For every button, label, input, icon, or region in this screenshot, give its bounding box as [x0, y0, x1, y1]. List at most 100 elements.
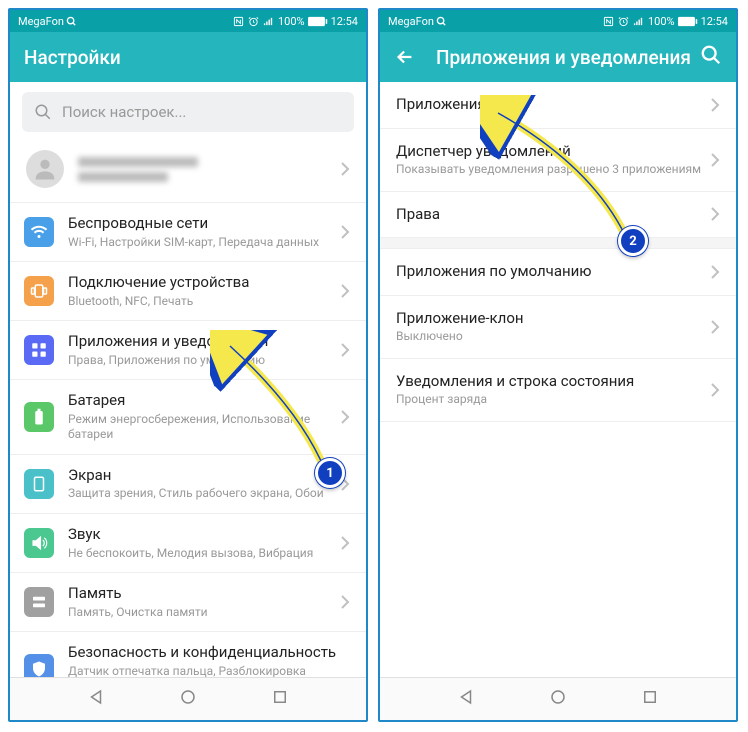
item-notification-manager[interactable]: Диспетчер уведомленийПоказывать уведомле…	[380, 129, 736, 192]
alarm-icon	[618, 16, 629, 27]
item-title: Батарея	[68, 391, 340, 411]
item-sub: Wi-Fi, Настройки SIM-карт, Передача данн…	[68, 235, 340, 251]
battery-pct: 100%	[278, 15, 305, 28]
search-icon	[34, 103, 52, 121]
battery-icon	[678, 16, 698, 27]
chevron-right-icon	[710, 206, 720, 222]
item-app-clone[interactable]: Приложение-клонВыключено	[380, 296, 736, 359]
home-button[interactable]	[549, 688, 567, 710]
header: Настройки	[10, 32, 366, 82]
settings-list: Беспроводные сетиWi-Fi, Настройки SIM-ка…	[10, 203, 366, 677]
item-permissions[interactable]: Права	[380, 192, 736, 239]
wifi-icon	[24, 217, 54, 247]
account-row[interactable]	[10, 142, 366, 203]
chevron-right-icon	[710, 97, 720, 113]
nfc-icon	[232, 16, 245, 27]
nfc-icon	[602, 16, 615, 27]
battery-pct: 100%	[648, 15, 675, 28]
item-title: Права	[396, 205, 710, 225]
carrier-label: MegaFon	[18, 15, 64, 28]
item-title: Уведомления и строка состояния	[396, 372, 710, 392]
item-sound[interactable]: ЗвукНе беспокоить, Мелодия вызова, Вибра…	[10, 514, 366, 573]
item-title: Приложение-клон	[396, 309, 710, 329]
home-button[interactable]	[179, 688, 197, 710]
back-button[interactable]	[87, 688, 105, 710]
chevron-right-icon	[710, 152, 720, 168]
chevron-right-icon	[340, 224, 350, 240]
item-notifications-status[interactable]: Уведомления и строка состоянияПроцент за…	[380, 359, 736, 422]
item-title: Приложения и уведомления	[68, 332, 340, 352]
phone-right: MegaFon 100% 12:54 Приложения и уведомле…	[378, 8, 738, 722]
item-title: Экран	[68, 466, 340, 486]
chevron-right-icon	[340, 594, 350, 610]
search-placeholder: Поиск настроек...	[62, 103, 186, 121]
avatar	[26, 150, 64, 188]
page-title: Приложения и уведомления	[436, 46, 700, 69]
header: Приложения и уведомления	[380, 32, 736, 82]
battery-icon	[308, 16, 328, 27]
search-icon	[436, 16, 447, 27]
item-sub: Память, Очистка памяти	[68, 605, 340, 621]
item-sub: Процент заряда	[396, 392, 710, 408]
item-default-apps[interactable]: Приложения по умолчанию	[380, 249, 736, 296]
back-button[interactable]	[457, 688, 475, 710]
search-icon	[700, 44, 722, 66]
annotation-marker-2: 2	[618, 226, 648, 256]
sound-icon	[24, 528, 54, 558]
item-title: Подключение устройства	[68, 273, 340, 293]
item-title: Беспроводные сети	[68, 214, 340, 234]
chevron-right-icon	[340, 342, 350, 358]
item-title: Безопасность и конфиденциальность	[68, 643, 350, 663]
signal-icon	[632, 16, 645, 27]
item-sub: Датчик отпечатка пальца, Разблокировка р…	[68, 664, 350, 677]
item-apps[interactable]: Приложения	[380, 82, 736, 129]
signal-icon	[262, 16, 275, 27]
chevron-right-icon	[340, 535, 350, 551]
recent-button[interactable]	[271, 688, 289, 710]
section-divider	[380, 237, 736, 249]
item-security[interactable]: Безопасность и конфиденциальностьДатчик …	[10, 632, 366, 677]
apps-list: Приложения Диспетчер уведомленийПоказыва…	[380, 82, 736, 677]
item-sub: Выключено	[396, 329, 710, 345]
search-input[interactable]: Поиск настроек...	[22, 92, 354, 132]
bluetooth-icon	[24, 276, 54, 306]
item-storage[interactable]: ПамятьПамять, Очистка памяти	[10, 573, 366, 632]
status-bar: MegaFon 100% 12:54	[10, 10, 366, 32]
battery-icon	[24, 402, 54, 432]
item-sub: Защита зрения, Стиль рабочего экрана, Об…	[68, 486, 340, 502]
item-battery[interactable]: БатареяРежим энергосбережения, Использов…	[10, 380, 366, 455]
apps-icon	[24, 335, 54, 365]
item-sub: Не беспокоить, Мелодия вызова, Вибрация	[68, 546, 340, 562]
item-device-connection[interactable]: Подключение устройстваBluetooth, NFC, Пе…	[10, 262, 366, 321]
item-title: Приложения	[396, 95, 710, 115]
account-info	[78, 154, 340, 185]
item-title: Память	[68, 584, 340, 604]
item-apps-notifications[interactable]: Приложения и уведомленияПрава, Приложени…	[10, 321, 366, 380]
item-sub: Режим энергосбережения, Использование ба…	[68, 412, 340, 443]
item-wireless[interactable]: Беспроводные сетиWi-Fi, Настройки SIM-ка…	[10, 203, 366, 262]
time-label: 12:54	[331, 15, 358, 28]
chevron-right-icon	[340, 283, 350, 299]
phone-left: MegaFon 100% 12:54 Настройки Поиск настр…	[8, 8, 368, 722]
display-icon	[24, 469, 54, 499]
chevron-right-icon	[710, 382, 720, 398]
storage-icon	[24, 587, 54, 617]
item-sub: Права, Приложения по умолчанию	[68, 353, 340, 369]
navigation-bar	[10, 677, 366, 720]
time-label: 12:54	[701, 15, 728, 28]
navigation-bar	[380, 677, 736, 720]
chevron-right-icon	[340, 161, 350, 177]
search-button[interactable]	[700, 44, 722, 70]
item-display[interactable]: ЭкранЗащита зрения, Стиль рабочего экран…	[10, 455, 366, 514]
carrier-label: MegaFon	[388, 15, 434, 28]
recent-button[interactable]	[641, 688, 659, 710]
back-button[interactable]	[394, 46, 416, 68]
chevron-right-icon	[710, 264, 720, 280]
item-title: Приложения по умолчанию	[396, 262, 710, 282]
item-title: Звук	[68, 525, 340, 545]
shield-icon	[24, 654, 54, 677]
search-icon	[66, 16, 77, 27]
item-title: Диспетчер уведомлений	[396, 142, 710, 162]
chevron-right-icon	[710, 319, 720, 335]
page-title: Настройки	[24, 46, 352, 69]
